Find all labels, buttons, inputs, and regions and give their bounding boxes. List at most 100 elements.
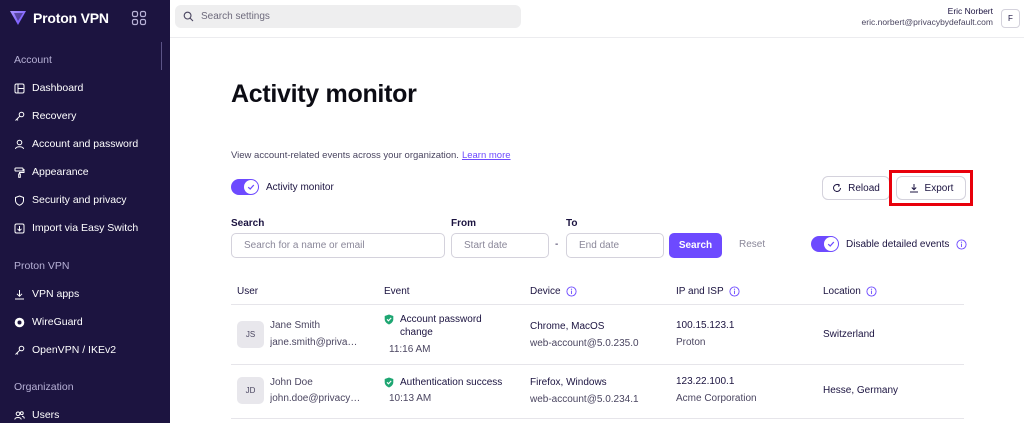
- event-time: 11:16 AM: [389, 344, 431, 355]
- paint-roller-icon: [14, 167, 25, 178]
- sidebar-item-label: Recovery: [32, 110, 77, 122]
- table-divider: [231, 304, 964, 305]
- sidebar-item-label: VPN apps: [32, 288, 80, 300]
- shield-icon: [15, 194, 24, 206]
- shield-check-icon: [384, 314, 394, 325]
- start-date-input[interactable]: [451, 233, 549, 258]
- sidebar-item-label: Security and privacy: [32, 194, 127, 206]
- column-header-label: Location: [823, 286, 861, 297]
- page-description: View account-related events across your …: [231, 150, 511, 161]
- sidebar-item-users[interactable]: Users: [14, 406, 59, 423]
- settings-search-input[interactable]: [201, 11, 501, 22]
- sidebar-item-label: Appearance: [32, 166, 89, 178]
- info-icon[interactable]: [729, 286, 740, 297]
- sidebar-item-wireguard[interactable]: WireGuard: [14, 313, 83, 331]
- activity-monitor-toggle[interactable]: [231, 179, 259, 195]
- table-divider: [231, 418, 964, 419]
- ip-cell: 123.22.100.1: [676, 376, 735, 387]
- description-text: View account-related events across your …: [231, 150, 459, 161]
- user-name[interactable]: Eric Norbert: [948, 6, 993, 16]
- topbar-divider: [170, 37, 1024, 38]
- search-field-label: Search: [231, 218, 265, 229]
- column-header-event: Event: [384, 286, 410, 297]
- user-avatar: JS: [237, 321, 264, 348]
- to-field-label: To: [566, 218, 578, 229]
- toggle-knob: [824, 237, 838, 251]
- column-header-label: Event: [384, 286, 410, 297]
- avatar[interactable]: F: [1001, 9, 1020, 28]
- user-icon: [15, 139, 24, 149]
- date-range-dash: -: [555, 239, 559, 250]
- reset-button[interactable]: Reset: [739, 239, 765, 250]
- column-header-label: IP and ISP: [676, 286, 724, 297]
- column-header-label: Device: [530, 286, 561, 297]
- search-name-email-input[interactable]: [231, 233, 445, 258]
- brand-name: Proton VPN: [33, 10, 109, 26]
- end-date-input[interactable]: [566, 233, 664, 258]
- column-header-location: Location: [823, 286, 877, 297]
- location-cell: Hesse, Germany: [823, 385, 899, 396]
- sidebar-item-appearance[interactable]: Appearance: [14, 163, 89, 181]
- user-name-cell: Jane Smith: [270, 320, 321, 331]
- section-title-organization: Organization: [14, 381, 74, 393]
- sidebar-item-security-and-privacy[interactable]: Security and privacy: [14, 191, 127, 209]
- activity-monitor-label: Activity monitor: [266, 181, 334, 193]
- sidebar-item-label: Import via Easy Switch: [32, 222, 139, 234]
- info-icon[interactable]: [866, 286, 877, 297]
- column-header-user: User: [237, 286, 258, 297]
- sidebar-item-import-via-easy-switch[interactable]: Import via Easy Switch: [14, 219, 138, 237]
- search-icon: [183, 11, 194, 22]
- info-icon[interactable]: [956, 238, 967, 250]
- brand-logo[interactable]: Proton VPN: [9, 8, 109, 28]
- toggle-knob: [244, 180, 258, 194]
- location-cell: Switzerland: [823, 329, 875, 340]
- isp-cell: Proton: [676, 337, 706, 348]
- info-icon[interactable]: [566, 286, 577, 297]
- sidebar-scrollbar[interactable]: [161, 42, 162, 70]
- device-cell: Firefox, Windows: [530, 377, 607, 388]
- activity-monitor-toggle-row: Activity monitor: [231, 179, 334, 195]
- from-field-label: From: [451, 218, 476, 229]
- apps-grid-icon[interactable]: [131, 10, 147, 26]
- ip-cell: 100.15.123.1: [676, 320, 735, 331]
- user-email[interactable]: eric.norbert@privacybydefault.com: [862, 17, 993, 27]
- user-email-cell: jane.smith@privacybydefault.com: [270, 337, 362, 348]
- sidebar-item-label: Users: [32, 409, 60, 421]
- sidebar-item-recovery[interactable]: Recovery: [14, 107, 76, 125]
- sidebar-item-vpn-apps[interactable]: VPN apps: [14, 285, 79, 303]
- settings-search[interactable]: [175, 5, 521, 28]
- search-button[interactable]: Search: [669, 233, 722, 258]
- export-highlight-box: [889, 170, 973, 206]
- column-header-label: User: [237, 286, 259, 297]
- column-header-ip-and-isp: IP and ISP: [676, 286, 740, 297]
- checkmark-icon: [247, 184, 255, 190]
- sidebar-item-openvpn-ikev2[interactable]: OpenVPN / IKEv2: [14, 341, 116, 359]
- proton-vpn-logo-icon: [10, 11, 26, 25]
- sidebar-item-dashboard[interactable]: Dashboard: [14, 79, 83, 97]
- sidebar-item-label: Account and password: [32, 138, 139, 150]
- sidebar-item-label: Dashboard: [32, 82, 84, 94]
- event-cell-line-1: Account password: [400, 314, 482, 325]
- section-title-account: Account: [14, 54, 52, 66]
- page-title: Activity monitor: [231, 80, 417, 108]
- reload-icon: [833, 183, 842, 192]
- sidebar: Proton VPN Account Dashboard Recovery Ac…: [0, 0, 170, 423]
- user-avatar: JD: [237, 377, 264, 404]
- key-icon: [15, 111, 25, 121]
- checkmark-icon: [827, 241, 835, 247]
- sidebar-item-account-and-password[interactable]: Account and password: [14, 135, 138, 153]
- key-icon: [15, 345, 25, 355]
- sidebar-item-label: OpenVPN / IKEv2: [32, 344, 117, 356]
- table-divider: [231, 364, 964, 365]
- reload-button[interactable]: Reload: [822, 176, 890, 200]
- user-email-cell: john.doe@privacybydefault.com: [270, 393, 362, 404]
- detailed-events-toggle[interactable]: [811, 236, 839, 252]
- device-version-cell: web-account@5.0.234.1: [530, 394, 639, 405]
- shield-check-icon: [384, 377, 394, 388]
- learn-more-link[interactable]: Learn more: [462, 150, 511, 161]
- user-name-cell: John Doe: [270, 377, 313, 388]
- column-header-device: Device: [530, 286, 577, 297]
- section-title-proton-vpn: Proton VPN: [14, 260, 70, 272]
- device-cell: Chrome, MacOS: [530, 321, 605, 332]
- detailed-events-toggle-row: Disable detailed events: [811, 236, 967, 252]
